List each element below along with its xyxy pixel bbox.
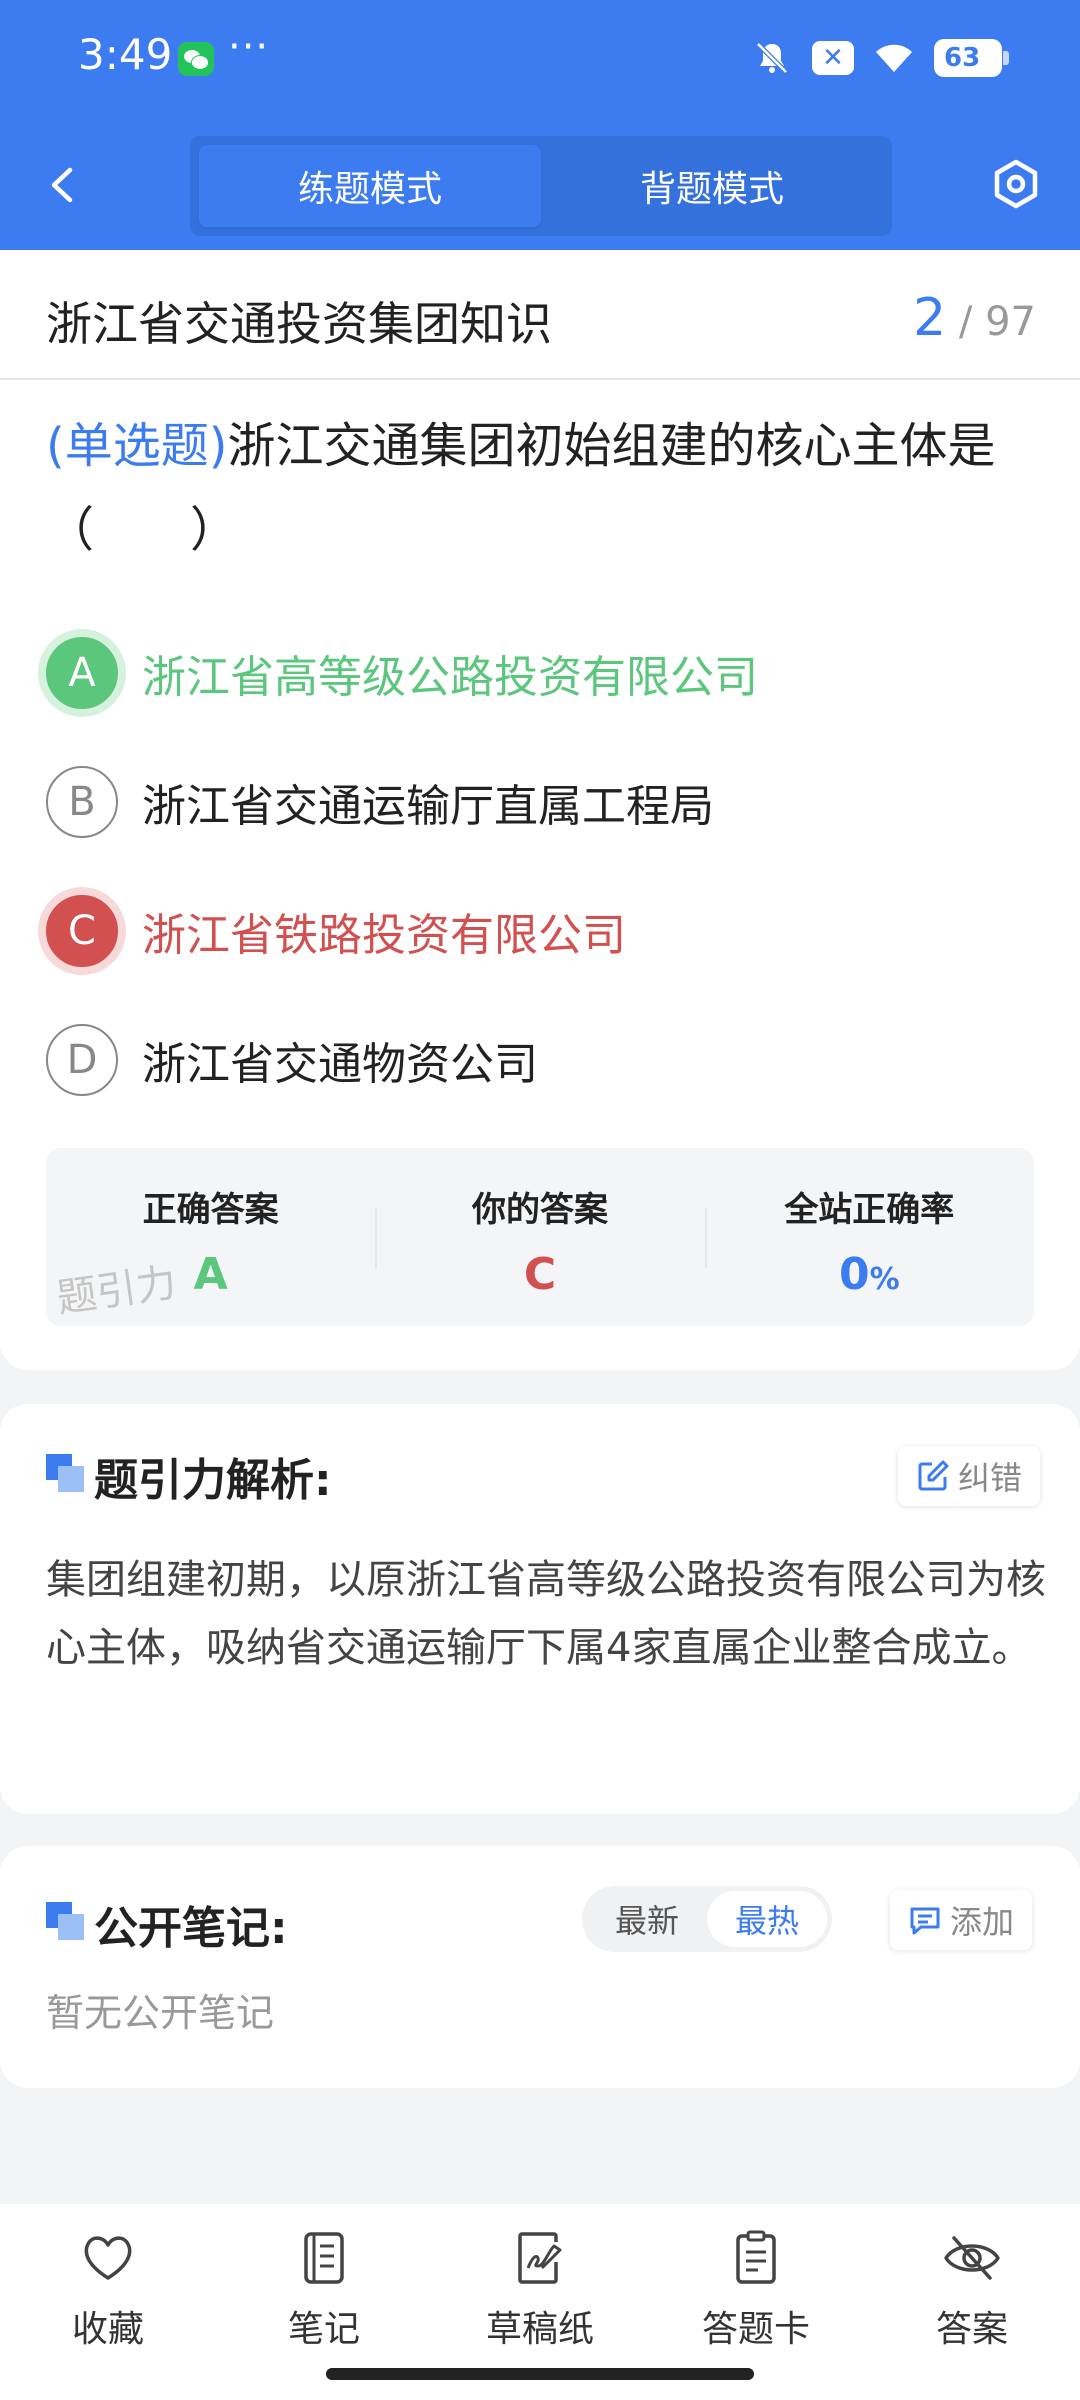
notes-sort-toggle: 最新 最热 (582, 1886, 832, 1952)
status-time: 3:49 (78, 30, 173, 79)
battery-icon: 63 (934, 39, 1009, 77)
your-answer-label: 你的答案 (471, 1190, 608, 1230)
report-error-label: 纠错 (958, 1459, 1023, 1497)
option-text: 浙江省铁路投资有限公司 (142, 909, 626, 961)
favorite-button[interactable]: 收藏 (0, 2204, 216, 2400)
analysis-text: 集团组建初期，以原浙江省高等级公路投资有限公司为核心主体，吸纳省交通运输厅下属4… (46, 1557, 1046, 1671)
settings-icon[interactable] (990, 158, 1042, 210)
draft-icon (518, 2232, 562, 2284)
correct-answer-column: 正确答案 A 题引力 (46, 1148, 375, 1326)
your-answer-column: 你的答案 C (375, 1148, 704, 1326)
option-letter: B (46, 765, 118, 838)
empty-notes-text: 暂无公开笔记 (46, 1991, 275, 2035)
draft-paper-label: 草稿纸 (485, 2309, 594, 2350)
comment-icon (910, 1907, 940, 1935)
watermark: 题引力 (53, 1259, 180, 1323)
accuracy-unit: % (869, 1262, 900, 1297)
wifi-icon (876, 44, 912, 72)
add-note-button[interactable]: 添加 (890, 1890, 1033, 1950)
report-error-button[interactable]: 纠错 (898, 1446, 1041, 1506)
question-type-label: (单选题) (46, 418, 228, 474)
your-answer-value: C (523, 1249, 557, 1300)
current-question-number: 2 (913, 288, 947, 348)
total-question-count: 97 (985, 299, 1036, 345)
title-bar: 浙江省交通投资集团知识 2 / 97 (0, 250, 1080, 380)
back-arrow-icon[interactable] (40, 160, 90, 210)
public-notes-card: 公开笔记: 最新 最热 添加 暂无公开笔记 (0, 1846, 1080, 2088)
mute-bell-icon (756, 42, 788, 74)
header: 3:49 ··· ✕ 63 练题模式 背题模式 (0, 0, 1080, 250)
correct-answer-value: A (193, 1249, 228, 1300)
heart-icon (84, 2236, 132, 2280)
question-bank-title: 浙江省交通投资集团知识 (46, 297, 552, 351)
mode-switch: 练题模式 背题模式 (190, 136, 892, 236)
close-badge-icon: ✕ (812, 41, 854, 75)
accuracy-number: 0 (838, 1249, 870, 1300)
option-d[interactable]: D 浙江省交通物资公司 (46, 995, 1046, 1124)
option-letter: D (46, 1023, 118, 1096)
favorite-label: 收藏 (71, 2309, 144, 2350)
show-answer-button[interactable]: 答案 (864, 2204, 1080, 2400)
option-text: 浙江省交通运输厅直属工程局 (142, 780, 714, 832)
question-stem: (单选题)浙江交通集团初始组建的核心主体是（ ） (46, 404, 1046, 572)
section-marker-icon (46, 1454, 84, 1492)
eye-off-icon (944, 2236, 1000, 2280)
add-note-label: 添加 (950, 1903, 1015, 1941)
option-b[interactable]: B 浙江省交通运输厅直属工程局 (46, 737, 1046, 866)
notes-label: 笔记 (287, 2309, 360, 2350)
analysis-card: 题引力解析: 纠错 集团组建初期，以原浙江省高等级公路投资有限公司为核心主体，吸… (0, 1404, 1080, 1814)
counter-separator: / (958, 299, 973, 345)
tab-memorize-mode[interactable]: 背题模式 (541, 145, 883, 227)
option-text: 浙江省交通物资公司 (142, 1038, 538, 1090)
answer-sheet-icon (736, 2230, 776, 2284)
option-letter: A (46, 636, 118, 709)
show-answer-label: 答案 (935, 2309, 1008, 2350)
correct-answer-label: 正确答案 (142, 1190, 279, 1230)
analysis-title: 题引力解析: (94, 1455, 332, 1506)
answer-summary: 正确答案 A 题引力 你的答案 C 全站正确率 0% (46, 1148, 1034, 1326)
accuracy-column: 全站正确率 0% (704, 1148, 1034, 1326)
question-counter: 2 / 97 (913, 288, 1036, 348)
option-text: 浙江省高等级公路投资有限公司 (142, 651, 758, 703)
home-indicator[interactable] (326, 2368, 754, 2380)
options-list: A 浙江省高等级公路投资有限公司 B 浙江省交通运输厅直属工程局 C 浙江省铁路… (46, 608, 1046, 1124)
question-card: (单选题)浙江交通集团初始组建的核心主体是（ ） A 浙江省高等级公路投资有限公… (0, 380, 1080, 1370)
tab-practice-mode[interactable]: 练题模式 (199, 145, 541, 227)
sort-latest[interactable]: 最新 (587, 1891, 707, 1947)
more-notifications-icon: ··· (228, 24, 270, 70)
section-marker-icon (46, 1902, 84, 1940)
accuracy-label: 全站正确率 (784, 1190, 955, 1230)
notes-title: 公开笔记: (94, 1903, 288, 1954)
option-c[interactable]: C 浙江省铁路投资有限公司 (46, 866, 1046, 995)
accuracy-value: 0% (839, 1249, 900, 1300)
wechat-notification-icon (178, 42, 214, 76)
option-a[interactable]: A 浙江省高等级公路投资有限公司 (46, 608, 1046, 737)
edit-icon (918, 1460, 949, 1491)
answer-sheet-label: 答题卡 (701, 2309, 810, 2350)
sort-hottest[interactable]: 最热 (707, 1891, 827, 1947)
status-icons: ✕ 63 (752, 36, 1009, 80)
option-letter: C (46, 894, 118, 967)
notebook-icon (304, 2232, 344, 2284)
